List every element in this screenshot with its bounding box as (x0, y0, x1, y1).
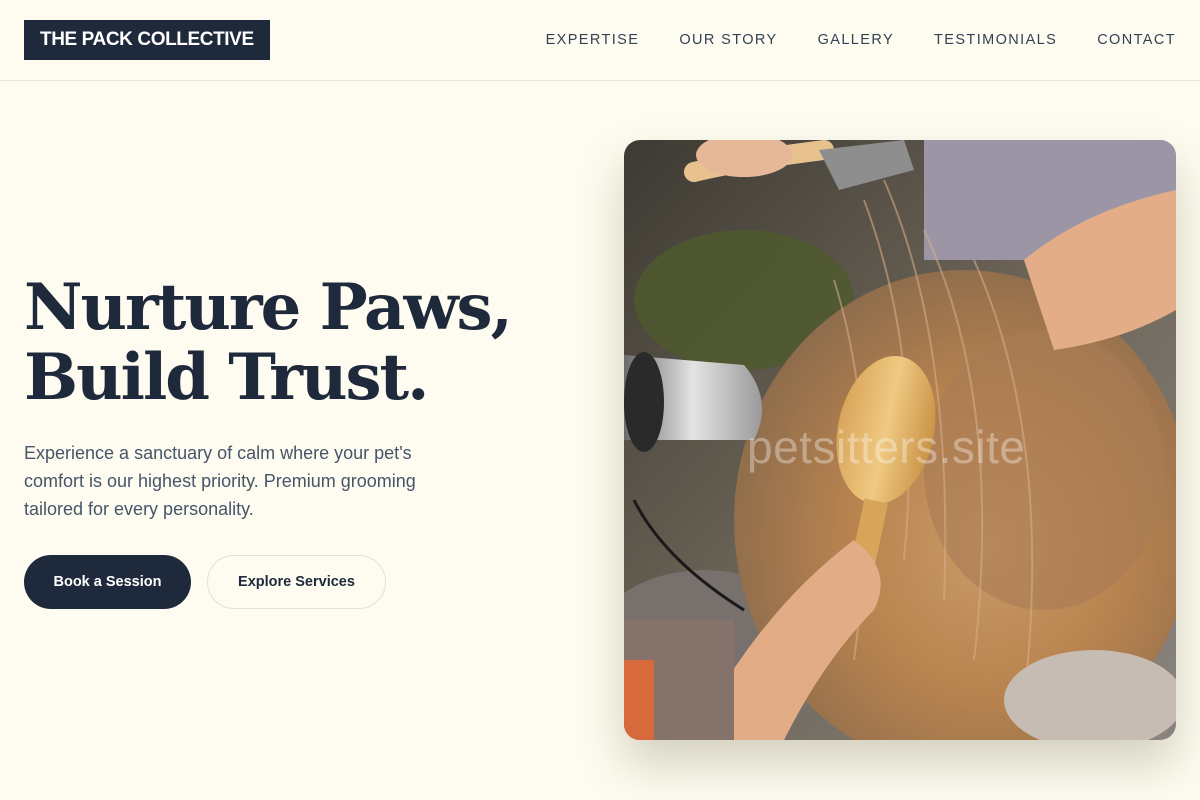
nav-item-testimonials[interactable]: TESTIMONIALS (934, 30, 1057, 50)
image-watermark: petsitters.site (747, 421, 1026, 473)
brand-logo[interactable]: THE PACK COLLECTIVE (24, 20, 270, 60)
site-header: THE PACK COLLECTIVE EXPERTISE OUR STORY … (0, 0, 1200, 81)
explore-services-button[interactable]: Explore Services (207, 555, 386, 609)
nav-item-contact[interactable]: CONTACT (1097, 30, 1176, 50)
hero-headline-line-2: Build Trust. (24, 340, 429, 415)
nav-item-our-story[interactable]: OUR STORY (679, 30, 777, 50)
hero-description: Experience a sanctuary of calm where you… (24, 443, 416, 519)
main-nav: EXPERTISE OUR STORY GALLERY TESTIMONIALS… (546, 30, 1176, 50)
nav-item-expertise[interactable]: EXPERTISE (546, 30, 640, 50)
hero-headline-line-1: Nurture Paws, (24, 270, 513, 345)
book-session-button[interactable]: Book a Session (24, 555, 191, 609)
hero-headline: Nurture Paws, Build Trust. (24, 273, 584, 413)
nav-item-gallery[interactable]: GALLERY (818, 30, 894, 50)
